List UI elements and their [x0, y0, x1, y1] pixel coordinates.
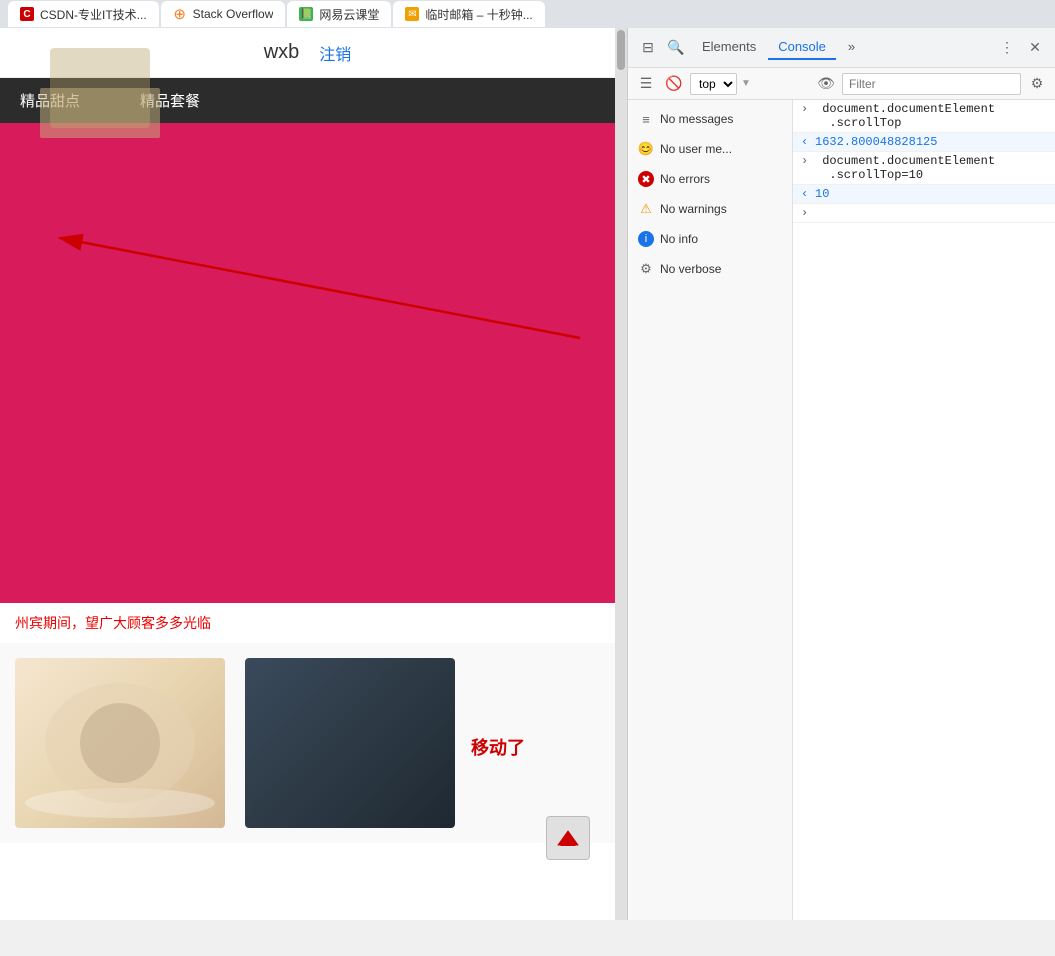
arrow-left-2: ‹ — [801, 187, 815, 201]
filter-warnings[interactable]: ⚠ No warnings — [628, 194, 792, 224]
verbose-icon: ⚙ — [638, 261, 654, 277]
tab-stackoverflow[interactable]: ⊕ Stack Overflow — [161, 1, 286, 27]
filter-messages[interactable]: ≡ No messages — [628, 104, 792, 134]
product-image-2 — [245, 658, 455, 828]
filter-info[interactable]: i No info — [628, 224, 792, 254]
arrow-right-2: › — [801, 154, 815, 168]
tab-more[interactable]: » — [838, 35, 865, 60]
devtools-panel: ⊟ 🔍 Elements Console » ⋮ ✕ ☰ 🚫 top ▼ 👁 — [627, 28, 1055, 920]
context-select-dropdown[interactable]: top — [690, 73, 737, 95]
console-line-2: ‹ 1632.800048828125 — [793, 133, 1055, 152]
filter-user[interactable]: 😊 No user me... — [628, 134, 792, 164]
tab-csdn[interactable]: C CSDN-专业IT技术... — [8, 1, 159, 27]
devtools-inspect-button[interactable]: 🔍 — [664, 36, 688, 60]
console-code-1: document.documentElement .scrollTop — [815, 102, 995, 130]
tab-console[interactable]: Console — [768, 35, 836, 60]
console-line-4: ‹ 10 — [793, 185, 1055, 204]
warning-icon: ⚠ — [638, 201, 654, 217]
console-code-2: document.documentElement .scrollTop=10 — [815, 154, 995, 182]
filter-verbose[interactable]: ⚙ No verbose — [628, 254, 792, 284]
console-output[interactable]: › document.documentElement .scrollTop ‹ … — [793, 100, 1055, 920]
filter-info-label: No info — [660, 232, 698, 246]
devtools-more-button[interactable]: ⋮ — [995, 36, 1019, 60]
console-filter-sidebar: ≡ No messages 😊 No user me... ✖ No error… — [628, 100, 793, 920]
arrow-left-1: ‹ — [801, 135, 815, 149]
chevron-up-icon — [553, 823, 583, 853]
console-line-3: › document.documentElement .scrollTop=10 — [793, 152, 1055, 185]
console-line-5[interactable]: › — [793, 204, 1055, 223]
tab-wyy-label: 网易云课堂 — [319, 6, 379, 23]
product-image-1 — [15, 658, 225, 828]
tab-elements[interactable]: Elements — [692, 35, 766, 60]
user-icon: 😊 — [638, 141, 654, 157]
devtools-sidebar-toggle[interactable]: ☰ — [634, 72, 658, 96]
devtools-topbar: ⊟ 🔍 Elements Console » ⋮ ✕ — [628, 28, 1055, 68]
tab-wyy[interactable]: 📗 网易云课堂 — [287, 1, 391, 27]
arrow-right-1: › — [801, 102, 815, 116]
console-value-1: 1632.800048828125 — [815, 135, 937, 149]
devtools-clear-button[interactable]: 🚫 — [662, 72, 686, 96]
devtools-filterbar: ☰ 🚫 top ▼ 👁 ⚙ — [628, 68, 1055, 100]
devtools-settings-button[interactable]: ⚙ — [1025, 72, 1049, 96]
tab-mail[interactable]: ✉ 临时邮箱 – 十秒钟... — [393, 1, 544, 27]
csdn-icon: C — [20, 7, 34, 21]
messages-icon: ≡ — [638, 111, 654, 127]
filter-messages-label: No messages — [660, 112, 733, 126]
mail-icon: ✉ — [405, 7, 419, 21]
site-link[interactable]: 注销 — [319, 41, 351, 65]
filter-errors[interactable]: ✖ No errors — [628, 164, 792, 194]
filter-user-label: No user me... — [660, 142, 732, 156]
webpage: wxb 注销 精品甜点 精品套餐 州宾期间，望广大顾客多多光临 — [0, 28, 615, 920]
filter-warnings-label: No warnings — [660, 202, 727, 216]
filter-errors-label: No errors — [660, 172, 710, 186]
console-value-2: 10 — [815, 187, 829, 201]
site-title: wxb — [264, 41, 300, 64]
main-area: wxb 注销 精品甜点 精品套餐 州宾期间，望广大顾客多多光临 — [0, 28, 1055, 920]
devtools-content: ≡ No messages 😊 No user me... ✖ No error… — [628, 100, 1055, 920]
annotation-text: 移动了 — [471, 734, 525, 760]
console-line-1: › document.documentElement .scrollTop — [793, 100, 1055, 133]
error-icon: ✖ — [638, 171, 654, 187]
vertical-scrollbar[interactable] — [615, 28, 627, 920]
so-icon: ⊕ — [173, 7, 187, 21]
filter-verbose-label: No verbose — [660, 262, 721, 276]
devtools-dock-button[interactable]: ⊟ — [636, 36, 660, 60]
console-filter-input[interactable] — [842, 73, 1021, 95]
wyy-icon: 📗 — [299, 7, 313, 21]
tab-csdn-label: CSDN-专业IT技术... — [40, 6, 147, 23]
arrow-right-3: › — [801, 206, 815, 220]
info-icon: i — [638, 231, 654, 247]
scroll-to-top-button[interactable] — [546, 816, 590, 860]
devtools-eye-button[interactable]: 👁 — [814, 72, 838, 96]
devtools-close-button[interactable]: ✕ — [1023, 36, 1047, 60]
tab-mail-label: 临时邮箱 – 十秒钟... — [425, 6, 532, 23]
red-banner — [0, 123, 615, 603]
devtools-context-selector: top ▼ — [690, 73, 810, 95]
tab-so-label: Stack Overflow — [193, 7, 274, 21]
scroll-thumb — [617, 30, 625, 70]
browser-tabs: C CSDN-专业IT技术... ⊕ Stack Overflow 📗 网易云课… — [0, 0, 1055, 28]
promo-text: 州宾期间，望广大顾客多多光临 — [0, 603, 615, 643]
